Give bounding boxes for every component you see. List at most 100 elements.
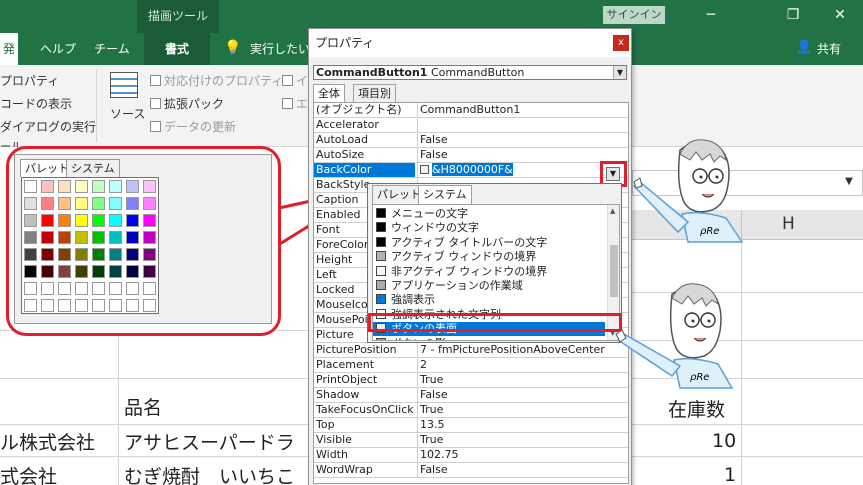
property-row[interactable]: TakeFocusOnClick True [314, 403, 628, 418]
palette-color-cell[interactable] [58, 231, 71, 244]
palette-color-cell[interactable] [75, 299, 88, 312]
palette-color-cell[interactable] [75, 197, 88, 210]
ribbon-properties[interactable]: プロパティ [0, 72, 59, 89]
palette-color-cell[interactable] [24, 231, 37, 244]
close-button[interactable]: ✕ [817, 0, 863, 33]
restore-button[interactable]: ❐ [770, 0, 816, 33]
signin-button[interactable]: サインイン [603, 6, 665, 24]
property-row[interactable]: (オブジェクト名) CommandButton1 [314, 103, 628, 118]
palette-color-cell[interactable] [58, 248, 71, 261]
palette-color-cell[interactable] [41, 214, 54, 227]
palette-color-cell[interactable] [109, 265, 122, 278]
property-value[interactable]: False [420, 463, 626, 477]
palette-color-cell[interactable] [126, 180, 139, 193]
system-color-item[interactable]: アクティブ ウィンドウの境界 [373, 250, 605, 264]
ribbon-view-code[interactable]: コードの表示 [0, 95, 72, 112]
property-row[interactable]: AutoLoad False [314, 133, 628, 148]
property-row[interactable]: AutoSize False [314, 148, 628, 163]
chevron-down-icon[interactable]: ▼ [842, 176, 856, 190]
system-color-item[interactable]: ウィンドウの文字 [373, 221, 605, 235]
palette-color-cell[interactable] [92, 180, 105, 193]
palette-color-cell[interactable] [92, 299, 105, 312]
palette-color-cell[interactable] [143, 180, 156, 193]
palette-color-cell[interactable] [126, 231, 139, 244]
cell-row1-company[interactable]: ル株式会社 [0, 428, 117, 455]
palette-color-cell[interactable] [41, 197, 54, 210]
property-row[interactable]: Placement 2 [314, 358, 628, 373]
ribbon-export[interactable]: エ [282, 95, 308, 112]
palette-color-cell[interactable] [92, 265, 105, 278]
palette-color-cell[interactable] [126, 265, 139, 278]
palette-color-cell[interactable] [92, 197, 105, 210]
palette-color-cell[interactable] [75, 231, 88, 244]
palette-color-cell[interactable] [109, 180, 122, 193]
system-color-item[interactable]: 強調表示 [373, 293, 605, 307]
system-color-item[interactable]: 非アクティブ ウィンドウの境界 [373, 265, 605, 279]
tab-team[interactable]: チーム [94, 33, 130, 65]
palette-color-cell[interactable] [109, 282, 122, 295]
palette-color-cell[interactable] [126, 299, 139, 312]
property-value[interactable]: True [420, 433, 626, 447]
ribbon-source[interactable]: ソース [110, 105, 145, 122]
property-value[interactable]: False [420, 133, 626, 147]
palette-color-cell[interactable] [126, 197, 139, 210]
palette-color-cell[interactable] [75, 265, 88, 278]
palette-color-cell[interactable] [92, 248, 105, 261]
palette-color-cell[interactable] [109, 197, 122, 210]
scroll-up-icon[interactable]: ▲ [610, 207, 615, 215]
property-row[interactable]: WordWrap False [314, 463, 628, 478]
ribbon-expansion-packs[interactable]: 拡張パック [150, 95, 224, 112]
palette-color-cell[interactable] [109, 299, 122, 312]
property-row[interactable]: Top 13.5 [314, 418, 628, 433]
property-value[interactable]: False [420, 148, 626, 162]
cell-header-stock[interactable]: 在庫数 [668, 395, 725, 422]
property-value[interactable]: 102.75 [420, 448, 626, 462]
minimize-button[interactable]: ─ [688, 0, 734, 33]
cell-row2-product[interactable]: むぎ焼酎 いいちこ [124, 462, 308, 485]
system-color-item[interactable]: ボタンの影 [373, 337, 605, 340]
ribbon-import[interactable]: イ [282, 72, 308, 89]
palette-color-cell[interactable] [126, 248, 139, 261]
palette-color-cell[interactable] [41, 248, 54, 261]
palette-color-cell[interactable] [92, 282, 105, 295]
palette-color-cell[interactable] [58, 282, 71, 295]
palette-color-cell[interactable] [58, 265, 71, 278]
palette-color-cell[interactable] [75, 214, 88, 227]
palette-color-cell[interactable] [143, 248, 156, 261]
property-value[interactable]: 13.5 [420, 418, 626, 432]
cell-header-product[interactable]: 品名 [124, 393, 162, 420]
palette-color-cell[interactable] [109, 248, 122, 261]
cell-row2-stock[interactable]: 1 [724, 464, 736, 485]
properties-close-button[interactable]: x [613, 35, 629, 51]
palette-color-cell[interactable] [75, 248, 88, 261]
property-value[interactable]: True [420, 373, 626, 387]
cell-row1-stock[interactable]: 10 [712, 430, 736, 452]
tab-all[interactable]: 全体 [313, 84, 345, 102]
palette-color-cell[interactable] [109, 214, 122, 227]
palette-color-cell[interactable] [58, 299, 71, 312]
cell-row2-company[interactable]: 式会社 [0, 462, 117, 485]
tab-help[interactable]: ヘルプ [38, 33, 78, 65]
system-color-item[interactable]: アクティブ タイトルバーの文字 [373, 236, 605, 250]
palette-color-cell[interactable] [143, 214, 156, 227]
property-row[interactable]: Accelerator [314, 118, 628, 133]
palette-color-cell[interactable] [41, 282, 54, 295]
property-value[interactable]: 2 [420, 358, 626, 372]
palette-color-cell[interactable] [143, 265, 156, 278]
palette-color-cell[interactable] [75, 282, 88, 295]
palette-color-cell[interactable] [24, 180, 37, 193]
palette-color-cell[interactable] [126, 214, 139, 227]
property-value[interactable]: True [420, 403, 626, 417]
palette-color-cell[interactable] [41, 265, 54, 278]
palette-color-cell[interactable] [92, 231, 105, 244]
palette-color-cell[interactable] [41, 180, 54, 193]
tab-developer[interactable]: 発 [0, 33, 18, 65]
palette-color-cell[interactable] [143, 231, 156, 244]
chevron-down-icon[interactable]: ▼ [613, 66, 626, 79]
property-value[interactable]: 7 - fmPicturePositionAboveCenter [420, 343, 626, 357]
share-button[interactable]: 共有 [814, 33, 844, 65]
property-value[interactable]: False [420, 388, 626, 402]
dropdown-tab-system[interactable]: システム [418, 185, 472, 204]
palette-color-cell[interactable] [92, 214, 105, 227]
property-value[interactable]: &H8000000F& [420, 163, 626, 177]
